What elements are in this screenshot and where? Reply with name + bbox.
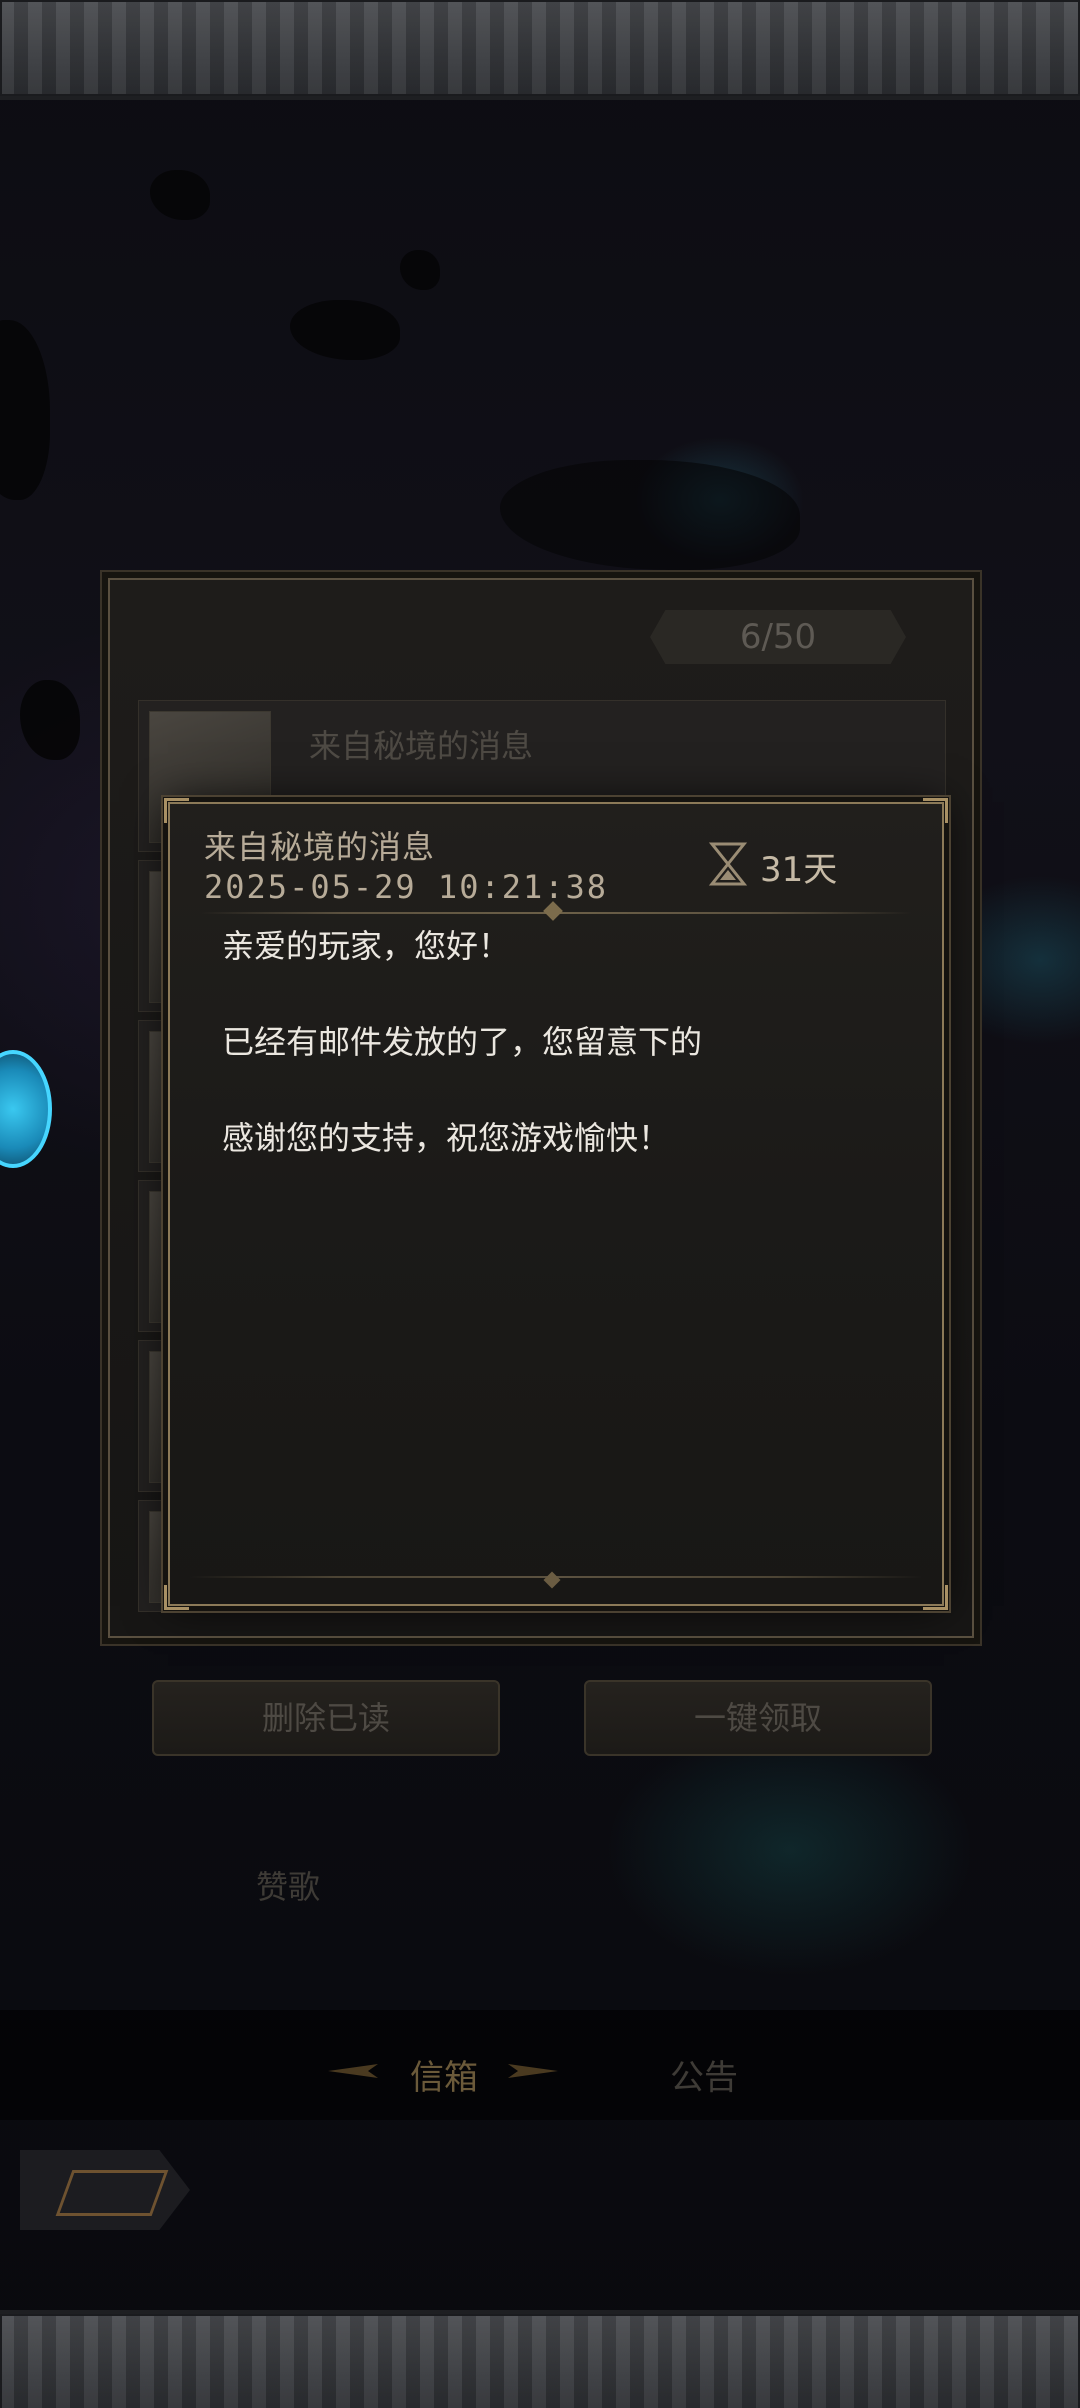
- tab-mailbox[interactable]: 信箱: [410, 2050, 478, 2099]
- side-event-badge[interactable]: [0, 1050, 52, 1168]
- bg-rock: [500, 460, 800, 570]
- corner-ornament: [164, 1585, 189, 1610]
- bg-rock: [290, 300, 400, 360]
- divider-gem: [543, 1571, 561, 1589]
- tab-wing-right-icon: [508, 2064, 558, 2078]
- mail-body-line: 已经有邮件发放的了，您留意下的: [222, 1023, 703, 1061]
- mail-date: 2025-05-29 10:21:38: [204, 868, 609, 906]
- mail-count: 6/50: [650, 610, 906, 664]
- mail-detail-dialog: 来自秘境的消息 2025-05-29 10:21:38 31天 亲爱的玩家，您好…: [164, 798, 948, 1610]
- tab-wing-left-icon: [328, 2064, 378, 2078]
- days-remaining: 31天: [760, 850, 838, 890]
- bottom-tab-bar: 信箱 公告: [0, 2010, 1080, 2120]
- mail-title: 来自秘境的消息: [204, 828, 436, 866]
- bg-rock: [150, 170, 210, 220]
- mail-item-title: 来自秘境的消息: [309, 727, 534, 765]
- corner-ornament: [923, 798, 948, 823]
- top-frame-bar: [0, 0, 1080, 100]
- claim-all-button[interactable]: 一键领取: [584, 1680, 932, 1756]
- corner-ornament: [164, 798, 189, 823]
- bg-rock: [0, 320, 50, 500]
- delete-read-button[interactable]: 删除已读: [152, 1680, 500, 1756]
- game-screen: 6/50 来自秘境的消息 2025-05-29 10:21:38 31天 删除已…: [0, 0, 1080, 2408]
- bottom-frame-bar: [0, 2310, 1080, 2408]
- mail-body: 亲爱的玩家，您好！ 已经有邮件发放的了，您留意下的 感谢您的支持，祝您游戏愉快！: [222, 922, 902, 1162]
- mail-greeting: 亲爱的玩家，您好！: [222, 927, 511, 965]
- hourglass-icon: [708, 842, 748, 886]
- praise-label: 赞歌: [256, 1868, 321, 1906]
- back-arrow-icon: [55, 2170, 169, 2216]
- mail-body-line: 感谢您的支持，祝您游戏愉快！: [222, 1119, 671, 1157]
- tab-notice[interactable]: 公告: [670, 2050, 738, 2099]
- bg-rock: [20, 680, 80, 760]
- corner-ornament: [923, 1585, 948, 1610]
- bg-rock: [400, 250, 440, 290]
